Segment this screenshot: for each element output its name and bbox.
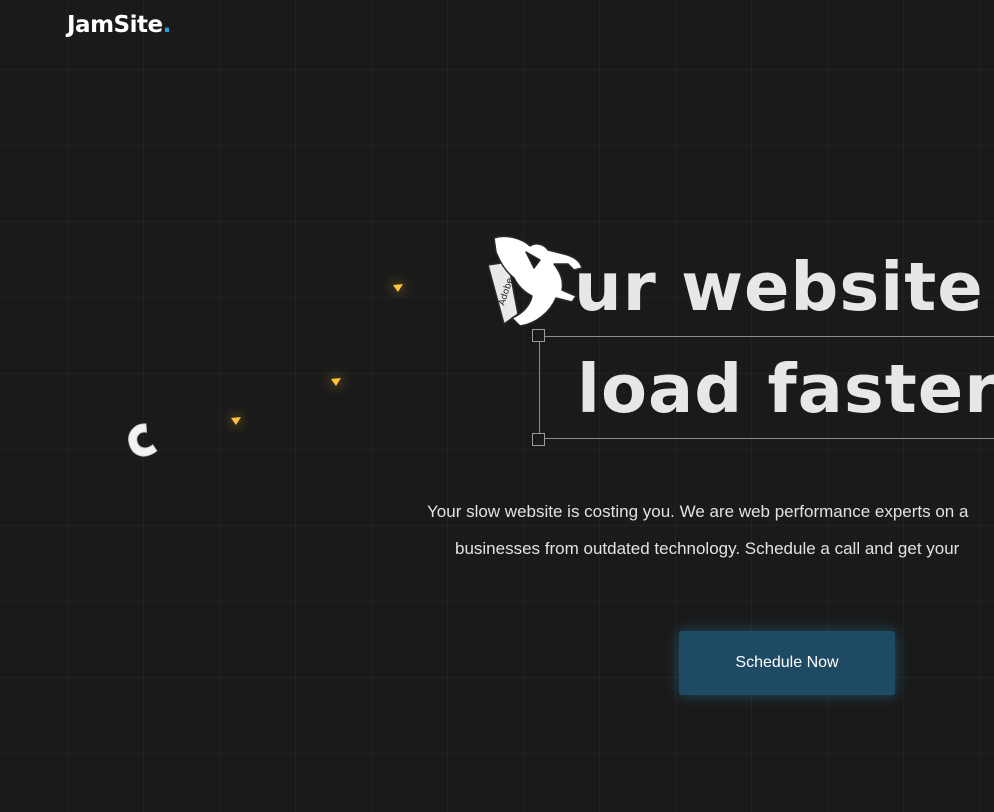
hero-subtext-line-1: Your slow website is costing you. We are… — [427, 502, 969, 521]
schedule-now-button[interactable]: Schedule Now — [679, 631, 895, 695]
logo-dot: . — [162, 12, 172, 38]
sparkle-icon — [331, 378, 341, 386]
page: JamSite. Adobe ur website w load faster.… — [0, 0, 994, 812]
resize-handle-bottom-left[interactable] — [532, 433, 545, 446]
sparkle-icon — [393, 284, 403, 292]
c-letter-icon — [128, 423, 158, 457]
site-logo[interactable]: JamSite. — [67, 12, 171, 38]
resize-handle-top-left[interactable] — [532, 329, 545, 342]
hero-headline-line-1: ur website w — [574, 248, 994, 326]
sparkle-icon — [231, 417, 241, 425]
hero-headline-line-2: load faster. — [577, 350, 994, 428]
logo-text: JamSite — [67, 12, 163, 38]
hero-subtext-line-2: businesses from outdated technology. Sch… — [455, 539, 960, 558]
